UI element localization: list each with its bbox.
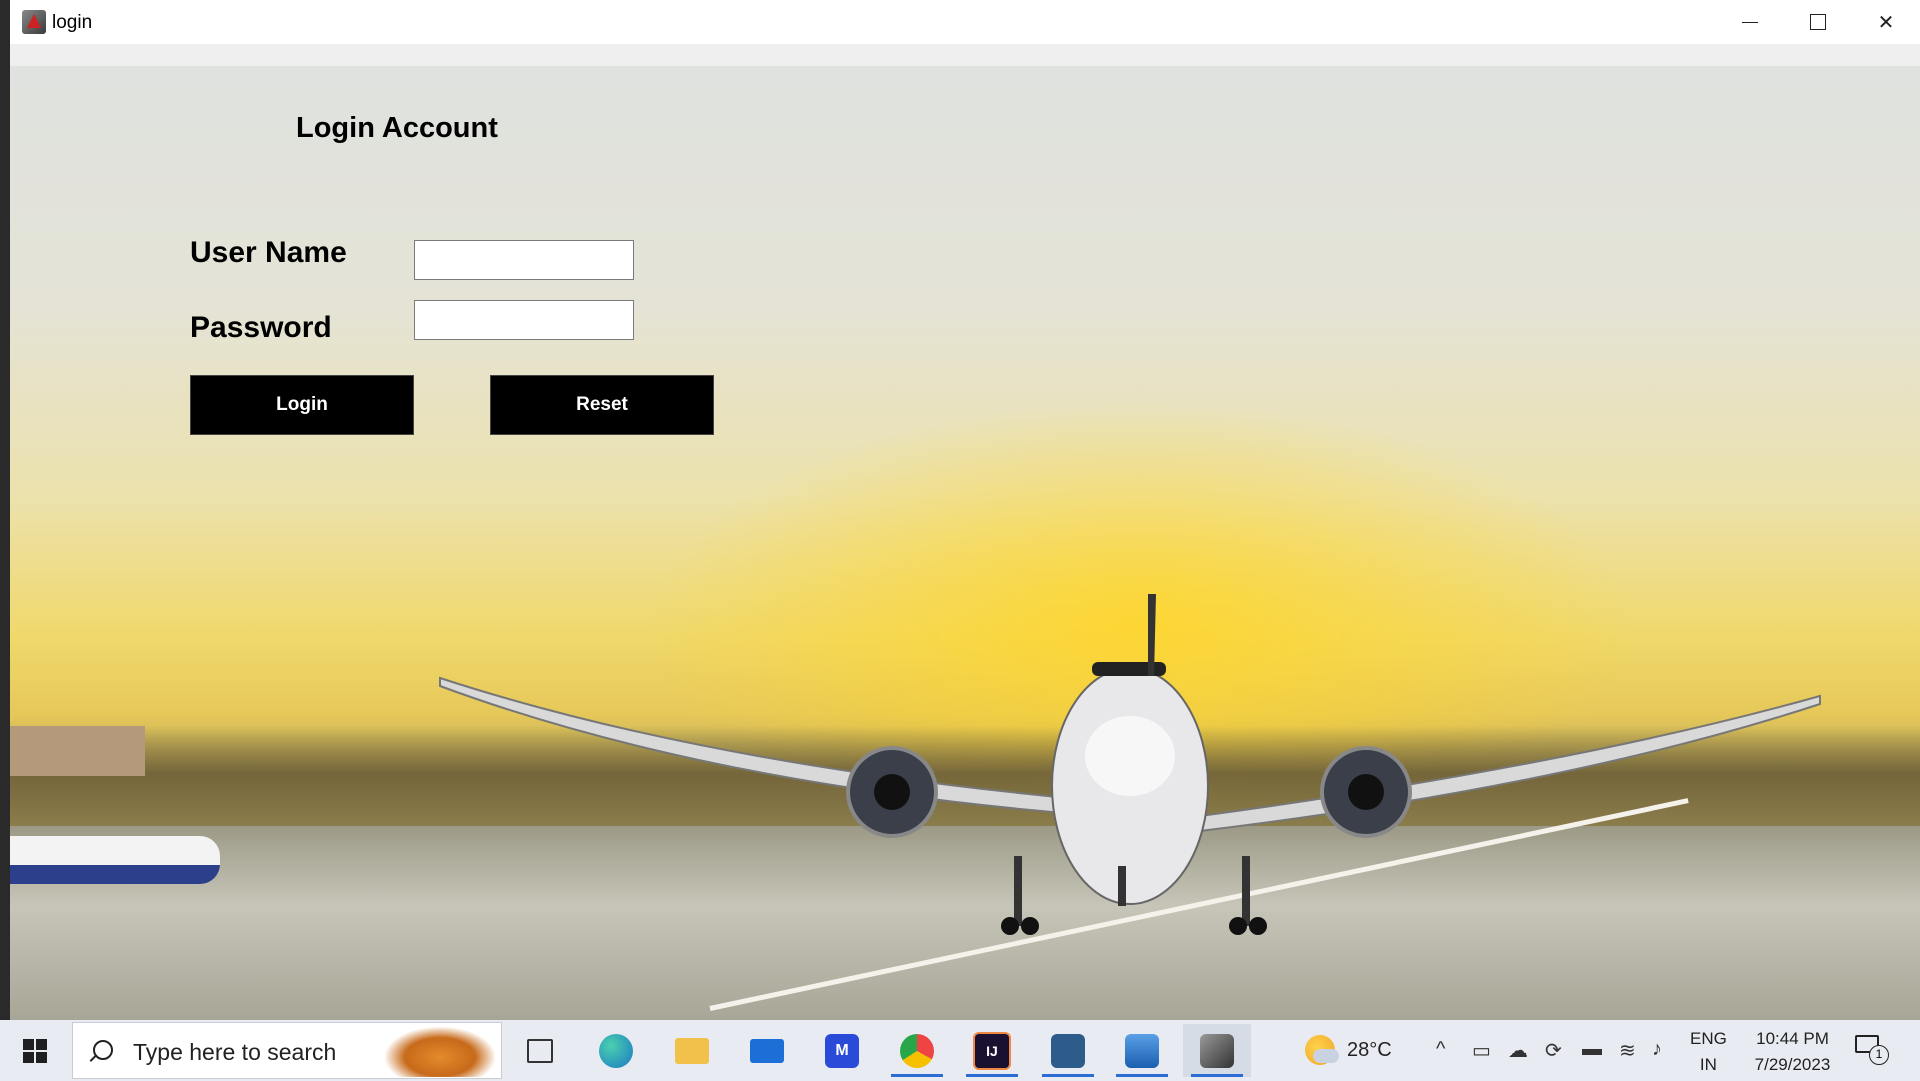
- background-image: Login Account User Name Password Login R…: [10, 66, 1920, 1020]
- mail-icon: [750, 1038, 784, 1063]
- photos-button[interactable]: [1108, 1024, 1176, 1077]
- maximize-button[interactable]: [1784, 0, 1852, 44]
- volume-icon[interactable]: ♪: [1652, 1038, 1662, 1061]
- notification-badge: 1: [1869, 1045, 1889, 1065]
- username-input[interactable]: [414, 240, 634, 280]
- task-view-button[interactable]: [506, 1024, 574, 1077]
- weather-temp: 28°C: [1347, 1038, 1392, 1061]
- chrome-button[interactable]: [883, 1024, 951, 1077]
- weather-icon: [1305, 1035, 1339, 1065]
- taskbar-search[interactable]: Type here to search: [72, 1022, 502, 1079]
- menu-bar: [10, 44, 1920, 66]
- minimize-button[interactable]: [1716, 0, 1784, 44]
- search-placeholder: Type here to search: [133, 1039, 337, 1065]
- folder-icon: [675, 1037, 709, 1064]
- region-code: IN: [1699, 1055, 1717, 1074]
- m-app-button[interactable]: M: [808, 1024, 876, 1077]
- chevron-up-icon[interactable]: ^: [1436, 1038, 1445, 1061]
- search-icon: [93, 1040, 113, 1060]
- window-title: login: [52, 12, 93, 33]
- login-button[interactable]: Login: [190, 375, 414, 435]
- reset-button[interactable]: Reset: [490, 375, 714, 435]
- password-label: Password: [190, 311, 332, 344]
- edge-icon: [599, 1033, 633, 1068]
- edge-button[interactable]: [582, 1024, 650, 1077]
- notification-center-button[interactable]: 1: [1855, 1035, 1889, 1065]
- mysql-button[interactable]: [1034, 1024, 1102, 1077]
- java-icon: [1200, 1033, 1234, 1068]
- airplane-illustration: [439, 594, 1821, 935]
- minimize-icon: [1742, 21, 1758, 23]
- photos-icon: [1125, 1033, 1159, 1068]
- sync-icon[interactable]: ⟳: [1545, 1038, 1562, 1063]
- battery-icon[interactable]: ▬: [1582, 1038, 1602, 1061]
- language-indicator[interactable]: ENG IN: [1690, 1026, 1727, 1078]
- chrome-icon: [900, 1033, 934, 1068]
- close-button[interactable]: ✕: [1852, 0, 1920, 44]
- meet-icon[interactable]: ▭: [1472, 1038, 1491, 1063]
- java-app-icon: [22, 10, 46, 34]
- title-bar[interactable]: login ✕: [10, 0, 1920, 44]
- java-app-button[interactable]: [1183, 1024, 1251, 1077]
- wifi-icon[interactable]: ≋: [1619, 1038, 1636, 1063]
- username-label: User Name: [190, 236, 347, 269]
- maximize-icon: [1810, 14, 1826, 30]
- password-input[interactable]: [414, 300, 634, 340]
- login-window: login ✕ Login Account User Name Password…: [10, 0, 1920, 1020]
- form-heading: Login Account: [296, 112, 498, 144]
- intellij-icon: IJ: [973, 1031, 1011, 1070]
- windows-icon: [23, 1038, 47, 1063]
- m-app-icon: M: [825, 1033, 859, 1068]
- clock-time: 10:44 PM: [1756, 1029, 1829, 1048]
- clock[interactable]: 10:44 PM 7/29/2023: [1745, 1026, 1840, 1078]
- language-code: ENG: [1690, 1029, 1727, 1048]
- close-icon: ✕: [1877, 11, 1895, 34]
- clock-date: 7/29/2023: [1754, 1055, 1831, 1074]
- weather-widget[interactable]: 28°C: [1305, 1030, 1405, 1070]
- mysql-icon: [1051, 1033, 1085, 1068]
- tiger-highlight-icon: [385, 1027, 495, 1077]
- window-left-edge: [0, 0, 10, 1020]
- cloud-icon[interactable]: ☁: [1508, 1038, 1528, 1063]
- start-button[interactable]: [0, 1020, 70, 1081]
- taskbar: Type here to search M IJ 28°C ^ ▭ ☁ ⟳ ▬ …: [0, 1020, 1920, 1081]
- mail-button[interactable]: [733, 1024, 801, 1077]
- intellij-button[interactable]: IJ: [958, 1024, 1026, 1077]
- file-explorer-button[interactable]: [658, 1024, 726, 1077]
- task-view-icon: [527, 1038, 553, 1063]
